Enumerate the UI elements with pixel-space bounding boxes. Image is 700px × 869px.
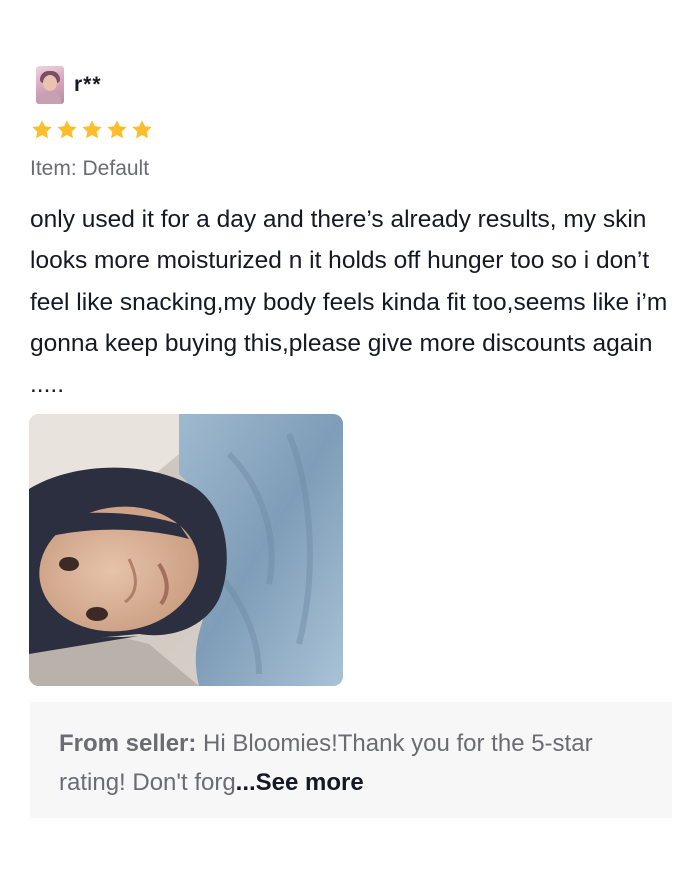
star-icon xyxy=(32,120,52,139)
avatar[interactable] xyxy=(36,66,64,104)
star-rating xyxy=(30,118,154,142)
seller-reply: From seller: Hi Bloomies!Thank you for t… xyxy=(30,702,672,818)
reviewer-header: r** xyxy=(36,66,102,104)
review-card: r** Item: Default only used it for a day… xyxy=(0,0,700,869)
seller-reply-label: From seller: xyxy=(59,730,197,757)
seller-reply-text: From seller: Hi Bloomies!Thank you for t… xyxy=(59,724,659,802)
star-icon xyxy=(57,120,77,139)
review-photo[interactable] xyxy=(29,414,343,686)
item-variant: Item: Default xyxy=(30,157,150,180)
star-icon xyxy=(107,120,127,139)
star-icon xyxy=(82,120,102,139)
see-more-link[interactable]: ...See more xyxy=(236,769,364,796)
reviewer-username[interactable]: r** xyxy=(74,73,102,97)
review-text: only used it for a day and there’s alrea… xyxy=(30,206,668,399)
star-icon xyxy=(132,120,152,139)
review-photo-image xyxy=(29,414,343,686)
